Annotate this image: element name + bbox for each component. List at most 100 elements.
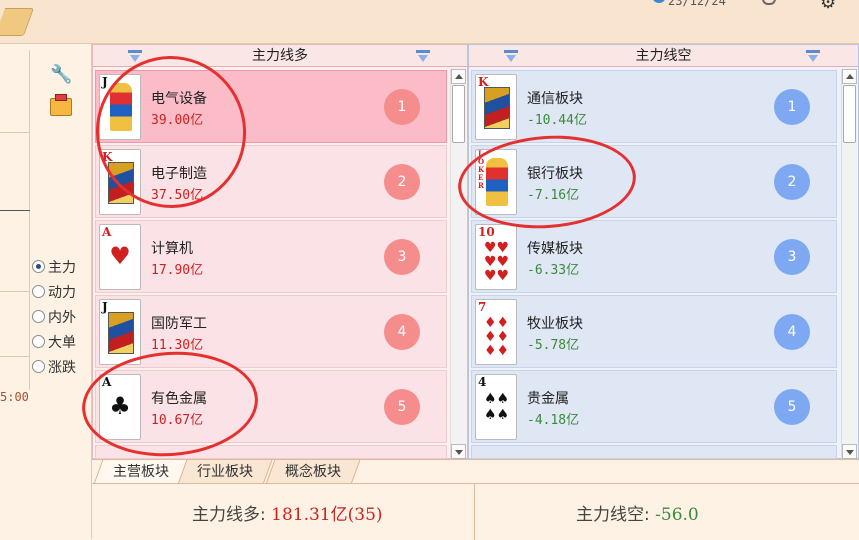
short-column: 主力线空 K 通信板块 -10.44亿 1 JOKER 银行板块 -7.16亿 …	[468, 44, 859, 459]
short-row-1[interactable]: K 通信板块 -10.44亿 1	[471, 70, 837, 143]
radio-dot[interactable]	[32, 310, 45, 323]
sector-value: -7.16亿	[527, 188, 580, 203]
playing-card-icon: 4 ♠♠ ♠♠	[475, 374, 517, 440]
playing-card-icon: JOKER	[475, 149, 517, 215]
scroll-thumb[interactable]	[843, 85, 856, 143]
folder-icon[interactable]	[50, 94, 72, 116]
tab-label: 行业板块	[197, 464, 253, 480]
rank-badge: 5	[384, 389, 420, 425]
short-summary: 主力线空: -56.0	[576, 500, 699, 525]
gridline	[0, 132, 30, 133]
scroll-thumb[interactable]	[452, 85, 465, 143]
short-row-partial[interactable]	[471, 445, 837, 459]
back-arrow-icon[interactable]	[652, 0, 666, 3]
card-art	[108, 312, 134, 354]
long-column-header: 主力线多	[93, 45, 467, 67]
long-row-3[interactable]: A ♥ 计算机 17.90亿 3	[95, 220, 447, 293]
heart-icon: ♥♥ ♥♥ ♥♥	[484, 240, 510, 284]
sector-name: 有色金属	[151, 391, 207, 407]
long-row-5[interactable]: A ♣ 有色金属 10.67亿 5	[95, 370, 447, 443]
rank-badge: 4	[384, 314, 420, 350]
long-row-2[interactable]: K 电子制造 37.50亿 2	[95, 145, 447, 218]
radio-dot[interactable]	[32, 285, 45, 298]
sector-name: 银行板块	[527, 166, 583, 182]
long-row-1[interactable]: J 电气设备 39.00亿 1	[95, 70, 447, 143]
tab-label: 概念板块	[285, 464, 341, 480]
radio-dot[interactable]	[32, 360, 45, 373]
sector-name: 国防军工	[151, 316, 207, 332]
tab-main-sector[interactable]: 主营板块	[93, 460, 189, 484]
scroll-up-button[interactable]	[842, 69, 857, 84]
playing-card-icon: A ♣	[99, 374, 141, 440]
short-summary-value: -56.0	[655, 505, 699, 525]
radio-zhuli[interactable]: 主力	[32, 254, 76, 279]
long-summary-label: 主力线多:	[192, 505, 266, 525]
tab-concept-sector[interactable]: 概念板块	[265, 460, 361, 484]
playing-card-icon: J	[99, 74, 141, 140]
sector-value: 10.67亿	[151, 413, 204, 428]
long-row-partial[interactable]	[95, 445, 447, 459]
long-summary: 主力线多: 181.31亿(35)	[192, 500, 383, 525]
sector-value: -10.44亿	[527, 113, 587, 128]
radio-dot[interactable]	[32, 335, 45, 348]
card-rank: JOKER	[478, 149, 485, 190]
collapse-icon[interactable]	[127, 48, 143, 64]
expand-icon[interactable]	[415, 48, 431, 64]
sector-tabs: 主营板块 行业板块 概念板块	[92, 459, 859, 484]
wrench-icon[interactable]: 🔧	[50, 64, 72, 85]
card-art	[108, 162, 134, 204]
rank-badge: 4	[774, 314, 810, 350]
radio-dadan[interactable]: 大单	[32, 329, 76, 354]
side-tab-handle[interactable]	[0, 8, 35, 36]
card-rank: 4	[478, 375, 487, 389]
card-art	[484, 87, 510, 129]
short-row-5[interactable]: 4 ♠♠ ♠♠ 贵金属 -4.18亿 5	[471, 370, 837, 443]
short-column-header: 主力线空	[469, 45, 858, 67]
joker-card-art	[486, 158, 508, 206]
rank-badge: 1	[774, 89, 810, 125]
radio-label: 涨跌	[48, 359, 76, 376]
sector-value: -6.33亿	[527, 263, 580, 278]
summary-footer: 主力线多: 181.31亿(35) 主力线空: -56.0	[92, 483, 859, 540]
radio-neiwai[interactable]: 内外	[32, 304, 76, 329]
search-icon[interactable]	[762, 0, 776, 5]
gear-icon[interactable]: ⚙	[820, 0, 836, 13]
short-summary-label: 主力线空:	[576, 505, 650, 525]
sector-value: 17.90亿	[151, 263, 204, 278]
short-row-4[interactable]: 7 ♦♦ ♦♦ ♦♦ 牧业板块 -5.78亿 4	[471, 295, 837, 368]
long-scrollbar[interactable]	[450, 69, 466, 459]
collapse-icon[interactable]	[503, 48, 519, 64]
radio-zhangdie[interactable]: 涨跌	[32, 354, 76, 379]
date-label: 23/12/24	[668, 0, 726, 8]
playing-card-icon: K	[475, 74, 517, 140]
card-rank: 7	[478, 300, 487, 314]
playing-card-icon: A ♥	[99, 224, 141, 290]
expand-icon[interactable]	[805, 48, 821, 64]
playing-card-icon: K	[99, 149, 141, 215]
tab-label: 主营板块	[113, 464, 169, 480]
rank-badge: 2	[774, 164, 810, 200]
gridline	[0, 356, 30, 357]
top-bar: 23/12/24 ⚙	[0, 0, 859, 44]
footer-divider	[474, 484, 475, 540]
sector-value: 37.50亿	[151, 188, 204, 203]
radio-dongli[interactable]: 动力	[32, 279, 76, 304]
long-row-4[interactable]: J 国防军工 11.30亿 4	[95, 295, 447, 368]
tab-industry-sector[interactable]: 行业板块	[177, 460, 273, 484]
spade-icon: ♠♠ ♠♠	[484, 391, 510, 423]
card-art	[110, 83, 132, 131]
rank-badge: 3	[384, 239, 420, 275]
short-scrollbar[interactable]	[841, 69, 857, 459]
sector-name: 通信板块	[527, 91, 583, 107]
mode-radio-group: 主力 动力 内外 大单 涨跌	[32, 254, 76, 379]
scroll-up-button[interactable]	[451, 69, 466, 84]
radio-dot[interactable]	[32, 260, 45, 273]
rank-badge: 1	[384, 89, 420, 125]
sector-value: -4.18亿	[527, 413, 580, 428]
card-rank: A	[102, 225, 112, 239]
short-row-2[interactable]: JOKER 银行板块 -7.16亿 2	[471, 145, 837, 218]
scroll-down-button[interactable]	[842, 444, 857, 459]
time-label: 5:00	[0, 390, 29, 404]
short-row-3[interactable]: 10 ♥♥ ♥♥ ♥♥ 传媒板块 -6.33亿 3	[471, 220, 837, 293]
scroll-down-button[interactable]	[451, 444, 466, 459]
